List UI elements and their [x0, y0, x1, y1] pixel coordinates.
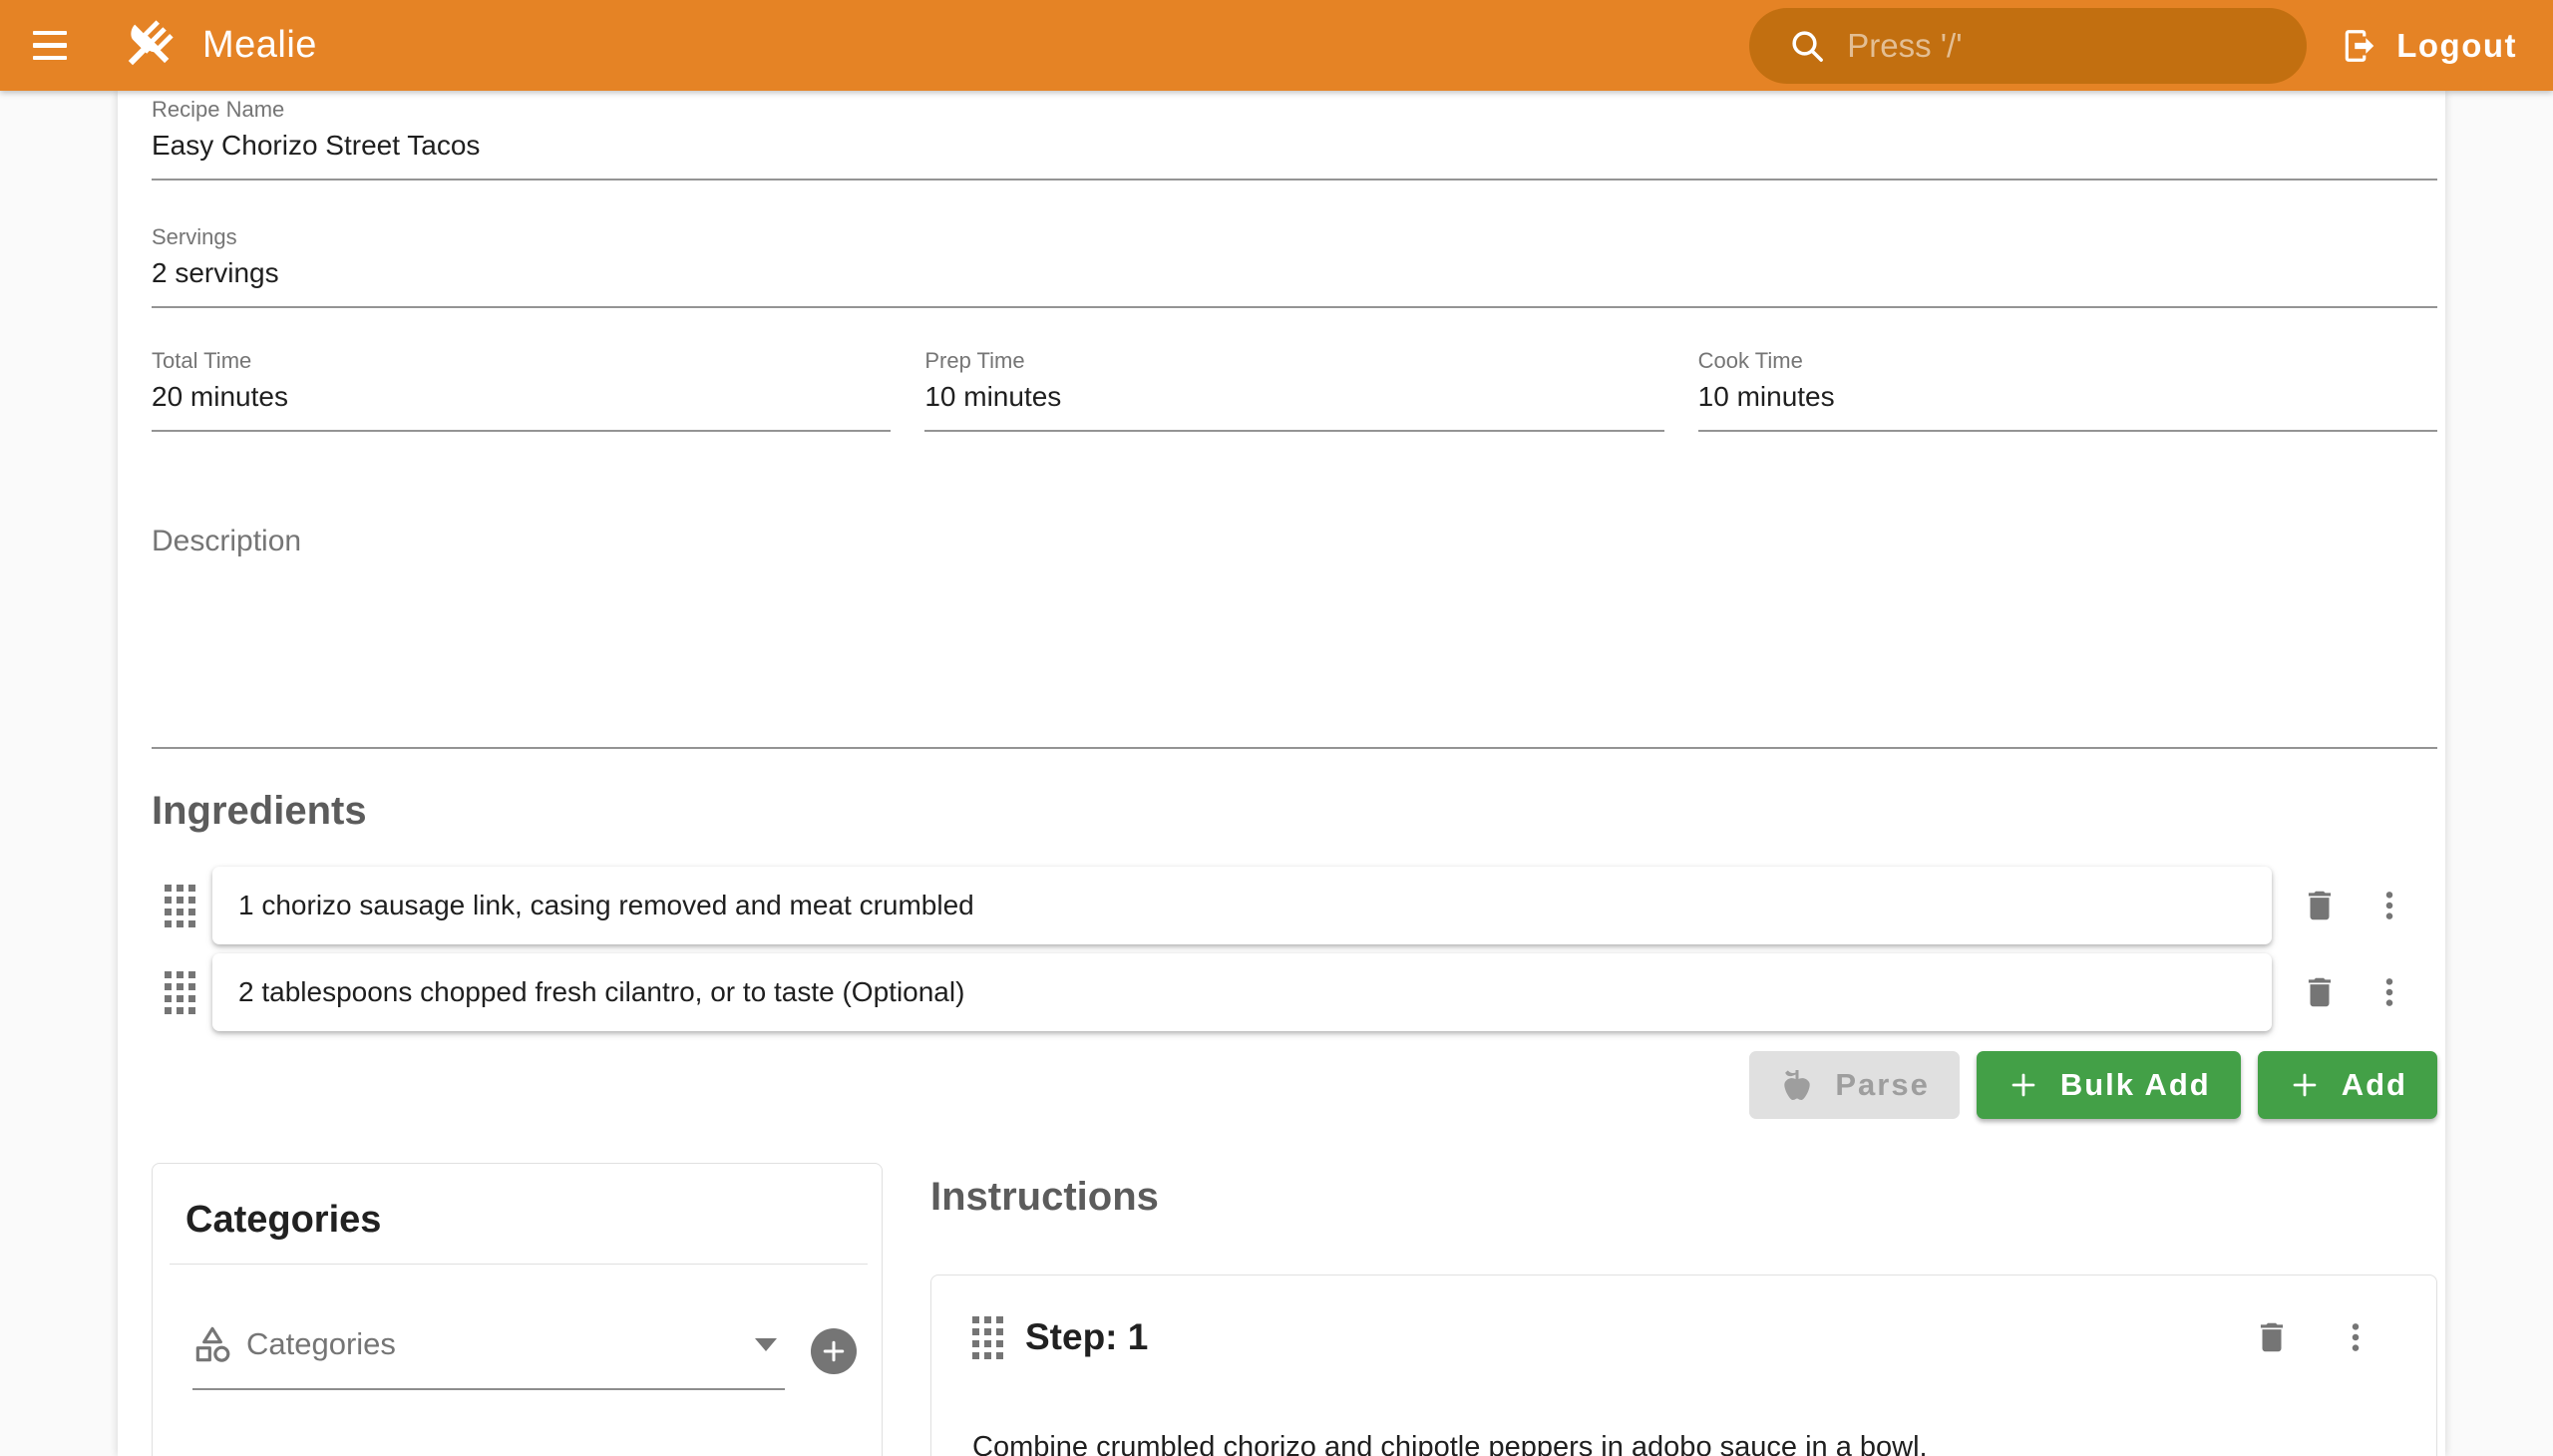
instructions-heading: Instructions — [930, 1175, 2437, 1219]
app-title: Mealie — [202, 24, 317, 67]
hamburger-bar — [33, 31, 67, 36]
categories-card: Categories Categories — [152, 1163, 883, 1456]
add-category-button[interactable] — [811, 1328, 857, 1374]
parse-label: Parse — [1835, 1067, 1929, 1103]
step-title: Step: 1 — [1025, 1316, 2253, 1358]
cook-time-field: Cook Time — [1698, 348, 2437, 432]
plus-icon — [2006, 1068, 2040, 1102]
plus-icon — [820, 1337, 848, 1365]
chevron-down-icon — [755, 1338, 777, 1351]
mealie-logo-icon — [119, 17, 177, 75]
recipe-editor: Recipe Name Servings Total Time Prep Tim… — [118, 91, 2445, 1456]
plus-icon — [2288, 1068, 2322, 1102]
time-fields-row: Total Time Prep Time Cook Time — [152, 348, 2437, 432]
hamburger-menu-button[interactable] — [33, 22, 81, 70]
cook-time-input[interactable] — [1698, 378, 2437, 430]
servings-label: Servings — [152, 224, 2437, 250]
drag-handle-icon[interactable] — [165, 885, 195, 927]
step-card: Step: 1 Combine crumbled chorizo and chi… — [930, 1274, 2437, 1456]
parse-button[interactable]: Parse — [1749, 1051, 1959, 1119]
kebab-icon — [2339, 1320, 2372, 1354]
kebab-icon — [2372, 975, 2406, 1009]
ingredient-input[interactable] — [236, 889, 2248, 922]
recipe-name-field: Recipe Name — [152, 97, 2437, 181]
logout-label: Logout — [2396, 27, 2517, 65]
ingredient-card — [212, 867, 2272, 944]
logout-icon — [2341, 27, 2378, 65]
servings-field: Servings — [152, 224, 2437, 308]
description-field: Description — [152, 488, 2437, 749]
total-time-input[interactable] — [152, 378, 891, 430]
instructions-section: Instructions Step: 1 — [930, 1163, 2437, 1456]
total-time-label: Total Time — [152, 348, 891, 374]
prep-time-input[interactable] — [924, 378, 1663, 430]
shapes-icon — [192, 1324, 232, 1364]
kebab-icon — [2372, 889, 2406, 922]
description-label: Description — [152, 488, 2437, 559]
ingredient-row — [152, 867, 2437, 944]
ingredient-actions: Parse Bulk Add Add — [152, 1051, 2437, 1119]
categories-select[interactable]: Categories — [192, 1324, 785, 1390]
search-box[interactable] — [1749, 8, 2307, 84]
trash-icon — [2301, 973, 2339, 1011]
ingredients-list — [152, 867, 2437, 1031]
bottom-section: Categories Categories — [152, 1163, 2437, 1456]
ingredient-input[interactable] — [236, 975, 2248, 1009]
add-label: Add — [2342, 1067, 2407, 1103]
apple-icon — [1779, 1067, 1815, 1103]
drag-handle-icon[interactable] — [165, 971, 195, 1014]
trash-icon — [2253, 1318, 2291, 1356]
prep-time-field: Prep Time — [924, 348, 1663, 432]
servings-input[interactable] — [152, 254, 2437, 306]
delete-ingredient-button[interactable] — [2298, 887, 2342, 924]
search-icon — [1787, 26, 1827, 66]
ingredient-card — [212, 953, 2272, 1031]
ingredient-menu-button[interactable] — [2368, 975, 2411, 1009]
delete-ingredient-button[interactable] — [2298, 973, 2342, 1011]
hamburger-bar — [33, 56, 67, 61]
ingredient-menu-button[interactable] — [2368, 889, 2411, 922]
add-ingredient-button[interactable]: Add — [2258, 1051, 2437, 1119]
app-bar: Mealie Logout — [0, 0, 2553, 91]
search-input[interactable] — [1845, 26, 2299, 66]
delete-step-button[interactable] — [2253, 1318, 2291, 1356]
bulk-add-button[interactable]: Bulk Add — [1977, 1051, 2241, 1119]
recipe-name-label: Recipe Name — [152, 97, 2437, 123]
cook-time-label: Cook Time — [1698, 348, 2437, 374]
step-menu-button[interactable] — [2339, 1320, 2372, 1354]
logout-button[interactable]: Logout — [2335, 11, 2523, 81]
prep-time-label: Prep Time — [924, 348, 1663, 374]
divider — [170, 1264, 868, 1265]
step-text[interactable]: Combine crumbled chorizo and chipotle pe… — [972, 1427, 2372, 1456]
ingredients-heading: Ingredients — [152, 789, 2437, 833]
drag-handle-icon[interactable] — [972, 1316, 1003, 1359]
description-input[interactable] — [152, 559, 2441, 743]
categories-card-title: Categories — [185, 1198, 882, 1242]
bulk-add-label: Bulk Add — [2060, 1067, 2211, 1103]
total-time-field: Total Time — [152, 348, 891, 432]
categories-select-label: Categories — [246, 1326, 755, 1362]
recipe-name-input[interactable] — [152, 127, 2437, 179]
ingredient-row — [152, 953, 2437, 1031]
hamburger-bar — [33, 43, 67, 48]
trash-icon — [2301, 887, 2339, 924]
